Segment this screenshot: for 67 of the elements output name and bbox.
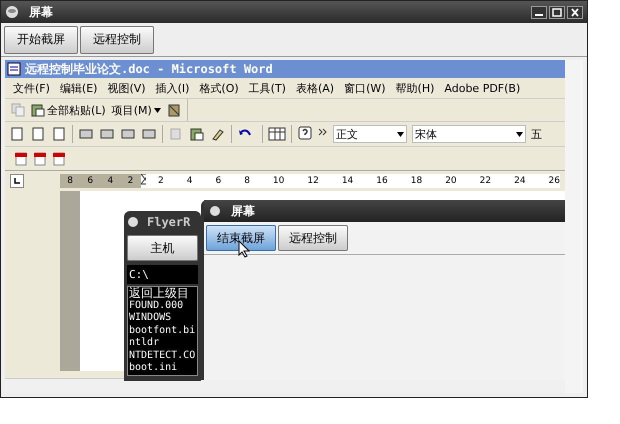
menu-item[interactable]: 帮助(H) [396,80,434,96]
ruler-number: 14 [342,176,354,186]
pdf-icon[interactable] [32,150,48,166]
ruler-number: 16 [376,176,388,186]
maximize-icon[interactable] [549,6,565,18]
items-menu[interactable]: 项目(M) [112,102,161,118]
ruler-number: 8 [67,176,73,186]
word-title: 远程控制毕业论文.doc - Microsoft Word [25,60,273,78]
app-icon [209,205,221,217]
paste-icon [31,103,45,117]
ruler-number: 2 [158,176,164,186]
window-title: 屏幕 [29,4,54,20]
file-list-item[interactable]: boot.ini [128,362,197,374]
path-field[interactable]: C:\ [127,265,198,284]
paste-all-button[interactable]: 全部粘贴(L) [31,102,106,118]
menu-item[interactable]: 编辑(E) [60,80,98,96]
toolbar-button[interactable]: 远程控制 [80,26,154,54]
ruler-number: 10 [272,176,284,186]
menu-item[interactable]: 格式(O) [199,80,239,96]
tab-selector[interactable] [10,174,24,188]
file-list-item[interactable]: 返回上级目 [128,287,197,300]
font-dropdown[interactable]: 宋体 [412,125,526,143]
caret-icon [397,132,404,136]
table-icon[interactable] [268,126,286,142]
menu-item[interactable]: 视图(V) [107,80,146,96]
size-dropdown[interactable]: 五 [531,126,542,142]
capture-button[interactable]: 远程控制 [278,225,348,251]
ruler-number: 18 [410,176,422,186]
ruler-number: 6 [87,176,94,186]
menu-item[interactable]: 窗口(W) [344,80,386,96]
minimize-icon[interactable] [531,6,547,18]
app-icon [127,216,139,228]
window-title: 屏幕 [231,202,255,220]
ruler-number: 8 [244,176,250,186]
close-icon[interactable] [567,6,583,18]
menu-item[interactable]: 插入(I) [156,80,190,96]
window-title: FlyerR [147,215,190,229]
pdf-icon[interactable] [13,150,29,166]
ruler-number: 6 [215,176,222,186]
menu-item[interactable]: 文件(F) [13,80,50,96]
menu-item[interactable]: 表格(A) [296,80,334,96]
ruler-number: 12 [307,176,319,186]
ruler-number: 2 [128,176,134,186]
pdf-icon[interactable] [51,150,67,166]
file-list-item[interactable]: bootfont.bi [128,324,197,337]
menu-item[interactable]: Adobe PDF(B) [444,82,520,94]
style-dropdown[interactable]: 正文 [333,125,407,143]
help-icon[interactable] [297,126,313,142]
ruler-number: 4 [107,176,114,186]
file-list-item[interactable]: FOUND.000 [128,300,197,312]
ruler-number: 26 [548,176,560,186]
toolbar-button[interactable]: 开始截屏 [4,26,78,54]
ruler-number: 4 [186,176,192,186]
capture-button[interactable]: 结束截屏 [206,225,276,251]
paste-icon[interactable] [189,126,205,142]
ruler-number: 24 [514,176,526,186]
caret-icon [516,132,523,136]
file-list-item[interactable]: WINDOWS [128,312,197,324]
ruler-number: 20 [445,176,457,186]
menu-item[interactable]: 工具(T) [248,80,286,96]
clear-clipboard-icon[interactable] [166,103,181,117]
file-list-item[interactable]: ntldr [128,337,197,350]
ruler-number: 22 [480,176,492,186]
host-button[interactable]: 主机 [127,235,198,261]
app-icon [5,5,19,19]
file-list-item[interactable]: NTDETECT.CO [128,350,197,362]
caret-icon [154,108,161,112]
